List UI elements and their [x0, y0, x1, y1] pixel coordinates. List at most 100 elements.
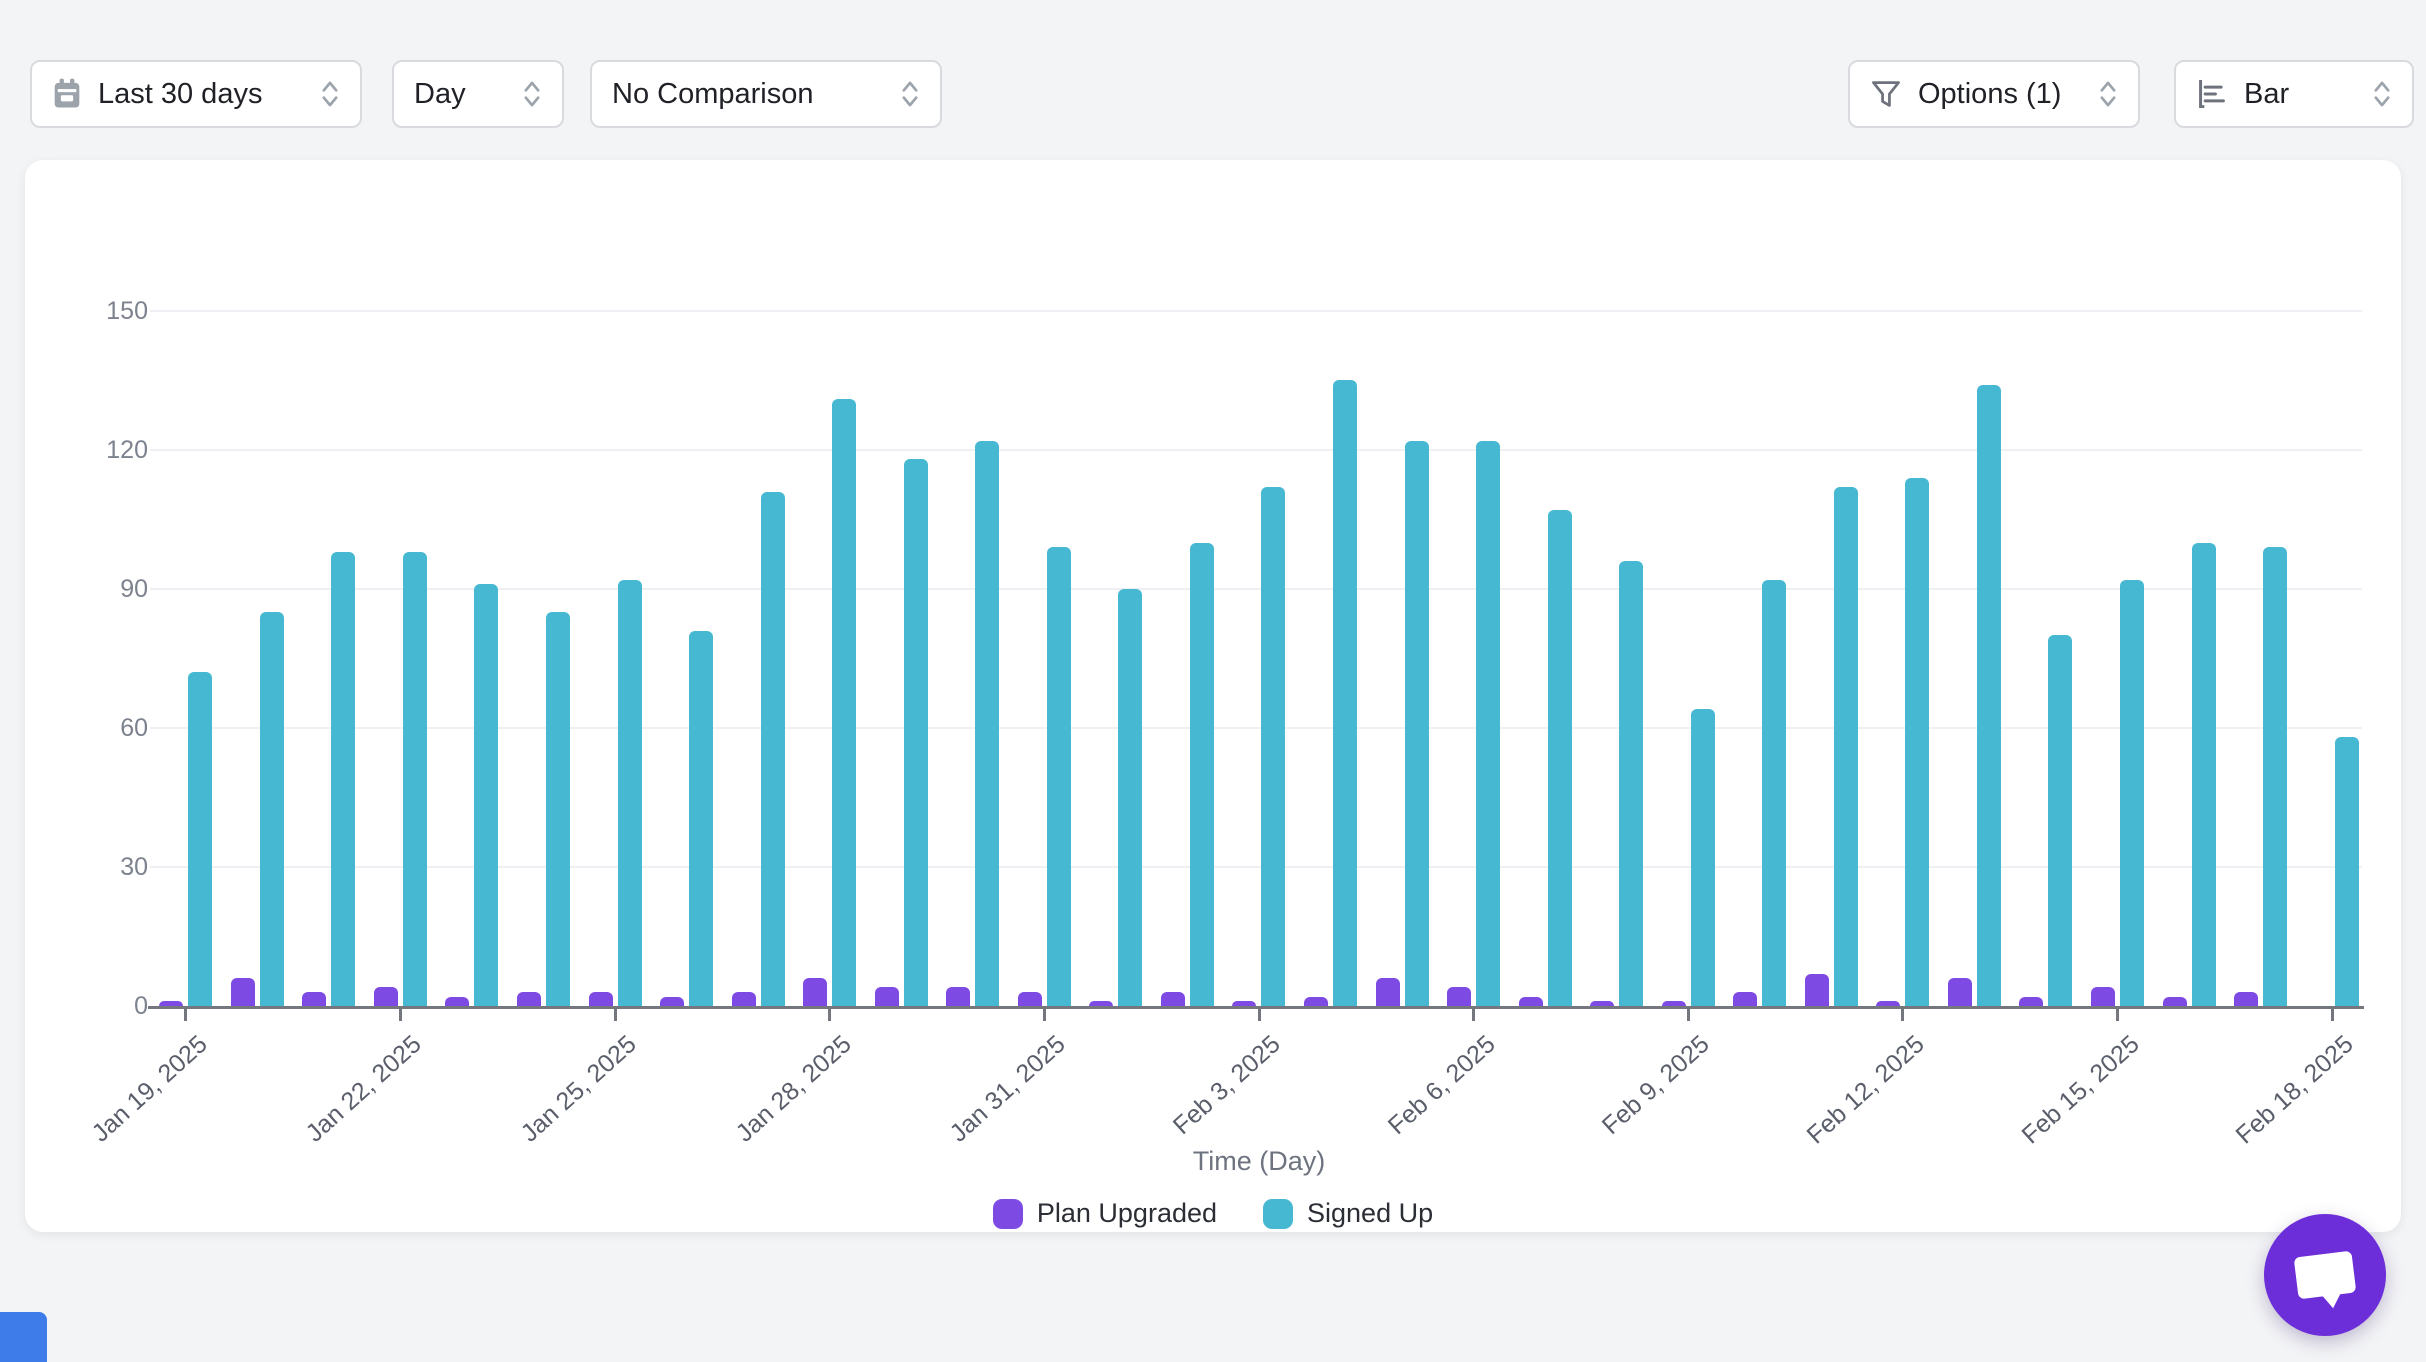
signed-up-bar[interactable]	[618, 580, 642, 1006]
plan-upgraded-bar[interactable]	[2234, 992, 2258, 1006]
signed-up-bar[interactable]	[1333, 380, 1357, 1006]
plan-upgraded-bar[interactable]	[1447, 987, 1471, 1006]
funnel-icon	[1870, 78, 1902, 110]
bar-group	[1223, 311, 1295, 1006]
signed-up-bar[interactable]	[1476, 441, 1500, 1006]
bar-group	[2010, 311, 2082, 1006]
y-tick-label-30: 30	[0, 852, 148, 882]
signed-up-bar[interactable]	[546, 612, 570, 1006]
plan-upgraded-bar[interactable]	[2091, 987, 2115, 1006]
signed-up-bar[interactable]	[331, 552, 355, 1006]
options-button[interactable]: Options (1)	[1848, 60, 2140, 128]
legend-item-plan-upgraded[interactable]: Plan Upgraded	[993, 1198, 1217, 1229]
interval-select[interactable]: Day	[392, 60, 564, 128]
bar-group	[293, 311, 365, 1006]
plan-upgraded-bar[interactable]	[2163, 997, 2187, 1006]
chevron-updown-icon	[900, 78, 920, 110]
calendar-icon	[52, 78, 82, 110]
signed-up-bar[interactable]	[1261, 487, 1285, 1006]
date-range-select[interactable]: Last 30 days	[30, 60, 362, 128]
legend-swatch	[993, 1199, 1023, 1229]
signed-up-bar[interactable]	[1548, 510, 1572, 1006]
signed-up-bar[interactable]	[1190, 543, 1214, 1006]
signed-up-bar[interactable]	[1905, 478, 1929, 1006]
plan-upgraded-bar[interactable]	[231, 978, 255, 1006]
comparison-value: No Comparison	[612, 78, 813, 111]
bar-chart-icon	[2196, 78, 2228, 110]
signed-up-bar[interactable]	[188, 672, 212, 1006]
plan-upgraded-bar[interactable]	[374, 987, 398, 1006]
signed-up-bar[interactable]	[260, 612, 284, 1006]
signed-up-bar[interactable]	[2263, 547, 2287, 1006]
chat-launcher-button[interactable]	[2264, 1214, 2386, 1336]
x-axis-line	[148, 1006, 2364, 1009]
plan-upgraded-bar[interactable]	[589, 992, 613, 1006]
signed-up-bar[interactable]	[1047, 547, 1071, 1006]
plan-upgraded-bar[interactable]	[803, 978, 827, 1006]
bar-group	[1867, 311, 1939, 1006]
bar-group	[937, 311, 1009, 1006]
bar-group	[2082, 311, 2154, 1006]
bar-group	[794, 311, 866, 1006]
plan-upgraded-bar[interactable]	[875, 987, 899, 1006]
bar-group	[1366, 311, 1438, 1006]
x-tick	[1472, 1007, 1475, 1021]
plan-upgraded-bar[interactable]	[445, 997, 469, 1006]
y-tick-label-0: 0	[0, 991, 148, 1021]
options-label: Options (1)	[1918, 78, 2061, 111]
signed-up-bar[interactable]	[474, 584, 498, 1006]
plan-upgraded-bar[interactable]	[1304, 997, 1328, 1006]
x-tick	[614, 1007, 617, 1021]
plan-upgraded-bar[interactable]	[1805, 974, 1829, 1006]
plan-upgraded-bar[interactable]	[1376, 978, 1400, 1006]
x-tick	[1901, 1007, 1904, 1021]
signed-up-bar[interactable]	[1762, 580, 1786, 1006]
plan-upgraded-bar[interactable]	[517, 992, 541, 1006]
signed-up-bar[interactable]	[1691, 709, 1715, 1006]
chart-type-select[interactable]: Bar	[2174, 60, 2414, 128]
signed-up-bar[interactable]	[1834, 487, 1858, 1006]
signed-up-bar[interactable]	[689, 631, 713, 1006]
signed-up-bar[interactable]	[2120, 580, 2144, 1006]
bar-group	[2153, 311, 2225, 1006]
bar-group	[222, 311, 294, 1006]
plan-upgraded-bar[interactable]	[302, 992, 326, 1006]
plan-upgraded-bar[interactable]	[1948, 978, 1972, 1006]
signed-up-bar[interactable]	[2192, 543, 2216, 1006]
signed-up-bar[interactable]	[1619, 561, 1643, 1006]
chevron-updown-icon	[522, 78, 542, 110]
bar-group	[150, 311, 222, 1006]
chart-legend: Plan Upgraded Signed Up	[25, 1198, 2401, 1229]
signed-up-bar[interactable]	[761, 492, 785, 1006]
comparison-select[interactable]: No Comparison	[590, 60, 942, 128]
legend-item-signed-up[interactable]: Signed Up	[1263, 1198, 1433, 1229]
bar-group	[2296, 311, 2368, 1006]
signed-up-bar[interactable]	[1118, 589, 1142, 1006]
plan-upgraded-bar[interactable]	[1733, 992, 1757, 1006]
signed-up-bar[interactable]	[975, 441, 999, 1006]
chat-bubble-icon	[2294, 1251, 2357, 1300]
plan-upgraded-bar[interactable]	[1161, 992, 1185, 1006]
bar-group	[1796, 311, 1868, 1006]
signed-up-bar[interactable]	[832, 399, 856, 1006]
bar-group	[1581, 311, 1653, 1006]
analytics-page: Last 30 days Day No Comparison	[0, 0, 2426, 1362]
chart-type-value: Bar	[2244, 78, 2289, 111]
signed-up-bar[interactable]	[1977, 385, 2001, 1006]
plan-upgraded-bar[interactable]	[946, 987, 970, 1006]
plan-upgraded-bar[interactable]	[660, 997, 684, 1006]
signed-up-bar[interactable]	[403, 552, 427, 1006]
plan-upgraded-bar[interactable]	[732, 992, 756, 1006]
plan-upgraded-bar[interactable]	[1519, 997, 1543, 1006]
plan-upgraded-bar[interactable]	[2019, 997, 2043, 1006]
plan-upgraded-bar[interactable]	[1018, 992, 1042, 1006]
x-tick	[399, 1007, 402, 1021]
signed-up-bar[interactable]	[904, 459, 928, 1006]
signed-up-bar[interactable]	[1405, 441, 1429, 1006]
signed-up-bar[interactable]	[2048, 635, 2072, 1006]
bar-group	[1724, 311, 1796, 1006]
legend-label: Plan Upgraded	[1037, 1198, 1217, 1229]
x-tick	[1258, 1007, 1261, 1021]
signed-up-bar[interactable]	[2335, 737, 2359, 1006]
y-tick-label-60: 60	[0, 713, 148, 743]
